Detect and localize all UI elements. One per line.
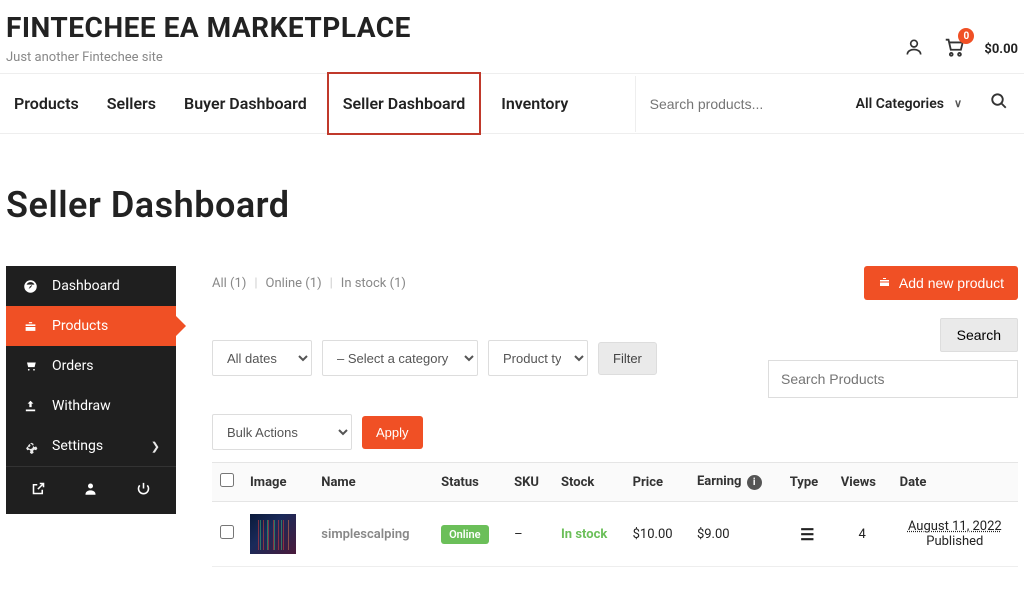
- cart-count-badge: 0: [958, 28, 974, 44]
- category-label: All Categories: [856, 96, 944, 112]
- col-stock: Stock: [553, 463, 625, 502]
- col-status: Status: [433, 463, 506, 502]
- upload-icon: [22, 399, 38, 413]
- nav-inventory[interactable]: Inventory: [487, 74, 582, 133]
- site-title: FINTECHEE EA MARKETPLACE: [6, 12, 411, 44]
- category-filter[interactable]: – Select a category –: [322, 340, 478, 376]
- nav-products[interactable]: Products: [0, 74, 93, 133]
- sidebar-item-settings[interactable]: Settings ❯: [6, 426, 176, 466]
- cell-date-status: Published: [900, 534, 1010, 549]
- col-earning[interactable]: Earning i: [689, 463, 782, 502]
- products-table: Image Name Status SKU Stock Price Earnin…: [212, 462, 1018, 567]
- select-all-checkbox[interactable]: [220, 473, 234, 487]
- dates-filter[interactable]: All dates: [212, 340, 312, 376]
- category-select[interactable]: All Categories ∨: [844, 76, 974, 132]
- gear-icon: [22, 439, 38, 454]
- col-date[interactable]: Date: [892, 463, 1018, 502]
- account-icon[interactable]: [904, 37, 924, 61]
- sidebar-label: Withdraw: [52, 398, 111, 414]
- cell-earning: $9.00: [689, 502, 782, 567]
- col-name[interactable]: Name: [313, 463, 433, 502]
- bulk-actions-select[interactable]: Bulk Actions: [212, 414, 352, 450]
- power-icon[interactable]: [136, 481, 151, 500]
- table-row: simplescalping Online – In stock $10.00 …: [212, 502, 1018, 567]
- search-button[interactable]: Search: [940, 318, 1018, 352]
- cell-date: August 11, 2022: [900, 519, 1010, 534]
- search-products-input[interactable]: [768, 360, 1018, 398]
- col-sku: SKU: [506, 463, 553, 502]
- add-new-product-button[interactable]: Add new product: [864, 266, 1018, 300]
- briefcase-icon: [878, 275, 891, 291]
- cell-views: 4: [833, 502, 892, 567]
- seller-sidebar: Dashboard Products Orders Withdraw Setti…: [6, 266, 176, 514]
- product-search-input[interactable]: [650, 76, 830, 132]
- search-icon[interactable]: [974, 92, 1024, 115]
- product-type-filter[interactable]: Product type: [488, 340, 588, 376]
- status-filter-instock[interactable]: In stock (1): [341, 276, 406, 291]
- product-name-link[interactable]: simplescalping: [321, 527, 409, 542]
- col-image: Image: [242, 463, 313, 502]
- sidebar-label: Dashboard: [52, 278, 120, 294]
- dashboard-icon: [22, 279, 38, 294]
- briefcase-icon: [22, 320, 38, 333]
- status-filter-online[interactable]: Online (1): [266, 276, 322, 291]
- sidebar-item-dashboard[interactable]: Dashboard: [6, 266, 176, 306]
- nav-sellers[interactable]: Sellers: [93, 74, 170, 133]
- filter-button[interactable]: Filter: [598, 342, 657, 375]
- chevron-right-icon: ❯: [151, 440, 160, 453]
- sidebar-item-products[interactable]: Products: [6, 306, 176, 346]
- sidebar-label: Products: [52, 318, 108, 334]
- status-badge: Online: [441, 525, 489, 544]
- status-filter-links: All (1) | Online (1) | In stock (1): [212, 276, 406, 291]
- row-checkbox[interactable]: [220, 525, 234, 539]
- sidebar-label: Orders: [52, 358, 94, 374]
- sidebar-label: Settings: [52, 438, 103, 454]
- sidebar-item-orders[interactable]: Orders: [6, 346, 176, 386]
- cart-icon: [22, 359, 38, 373]
- info-icon: i: [747, 475, 762, 490]
- cell-price: $10.00: [625, 502, 689, 567]
- cell-stock: In stock: [561, 527, 607, 542]
- external-link-icon[interactable]: [31, 481, 46, 500]
- col-price[interactable]: Price: [625, 463, 689, 502]
- cart-total: $0.00: [984, 42, 1018, 57]
- status-filter-all[interactable]: All (1): [212, 276, 246, 291]
- chevron-down-icon: ∨: [954, 97, 962, 110]
- sidebar-item-withdraw[interactable]: Withdraw: [6, 386, 176, 426]
- nav-buyer-dashboard[interactable]: Buyer Dashboard: [170, 74, 321, 133]
- col-views: Views: [833, 463, 892, 502]
- page-title: Seller Dashboard: [0, 134, 1024, 266]
- cart-icon[interactable]: 0: [942, 36, 966, 62]
- profile-icon[interactable]: [83, 481, 98, 500]
- nav-seller-dashboard[interactable]: Seller Dashboard: [327, 72, 481, 135]
- col-type: Type: [782, 463, 833, 502]
- product-thumbnail[interactable]: [250, 514, 296, 554]
- cell-sku: –: [506, 502, 553, 567]
- site-tagline: Just another Fintechee site: [6, 50, 411, 65]
- simple-product-icon: ☰: [800, 525, 814, 544]
- apply-button[interactable]: Apply: [362, 416, 423, 449]
